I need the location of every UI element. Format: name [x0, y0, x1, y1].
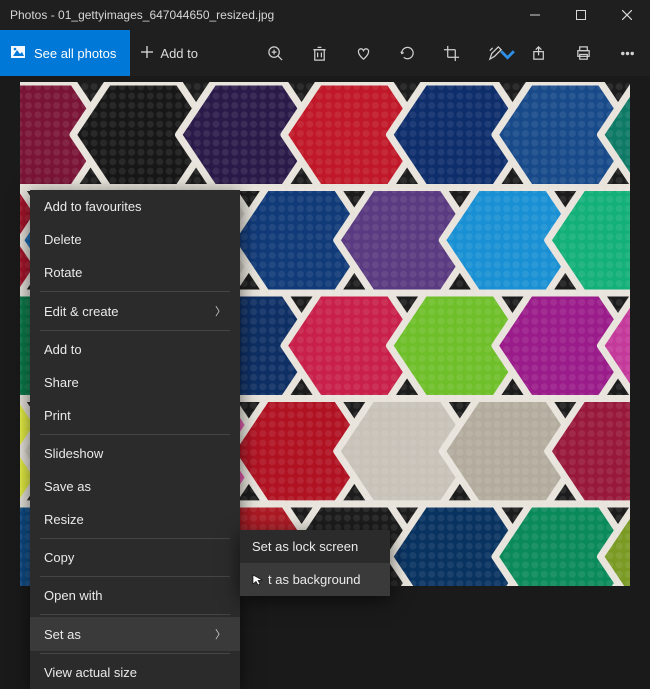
edit-draw-button[interactable] — [486, 44, 504, 62]
ctx-share[interactable]: Share — [30, 366, 240, 399]
chevron-down-icon — [499, 47, 516, 69]
rotate-button[interactable] — [398, 44, 416, 62]
zoom-button[interactable] — [266, 44, 284, 62]
ctx-copy[interactable]: Copy — [30, 541, 240, 574]
ctx-resize[interactable]: Resize — [30, 503, 240, 536]
ctx-set-as[interactable]: Set as 〉 — [30, 617, 240, 651]
file-name: 01_gettyimages_647044650_resized.jpg — [58, 8, 274, 22]
titlebar: Photos - 01_gettyimages_647044650_resize… — [0, 0, 650, 30]
ctx-delete[interactable]: Delete — [30, 223, 240, 256]
crop-button[interactable] — [442, 44, 460, 62]
submenu-set-background[interactable]: t as background — [240, 563, 390, 596]
ctx-view-actual-size[interactable]: View actual size — [30, 656, 240, 689]
maximize-button[interactable] — [558, 0, 604, 30]
favourite-button[interactable] — [354, 44, 372, 62]
submenu-set-lock-screen[interactable]: Set as lock screen — [240, 530, 390, 563]
separator — [40, 614, 230, 615]
share-button[interactable] — [530, 44, 548, 62]
delete-button[interactable] — [310, 44, 328, 62]
more-button[interactable] — [618, 44, 636, 62]
separator — [40, 538, 230, 539]
ctx-slideshow[interactable]: Slideshow — [30, 437, 240, 470]
chevron-right-icon: 〉 — [215, 303, 226, 319]
photo-icon — [10, 44, 26, 63]
window-title: Photos - 01_gettyimages_647044650_resize… — [10, 8, 512, 22]
ctx-edit-create[interactable]: Edit & create 〉 — [30, 294, 240, 328]
add-to-button[interactable]: Add to — [130, 30, 214, 76]
set-as-submenu: Set as lock screen t as background — [240, 530, 390, 596]
separator — [40, 330, 230, 331]
ctx-add-to[interactable]: Add to — [30, 333, 240, 366]
ctx-print[interactable]: Print — [30, 399, 240, 432]
ctx-save-as[interactable]: Save as — [30, 470, 240, 503]
close-button[interactable] — [604, 0, 650, 30]
toolbar: See all photos Add to — [0, 30, 650, 76]
separator — [40, 291, 230, 292]
chevron-right-icon: 〉 — [215, 626, 226, 642]
add-to-label: Add to — [160, 46, 198, 61]
tool-icons — [214, 44, 650, 62]
context-menu: Add to favourites Delete Rotate Edit & c… — [30, 190, 240, 689]
see-all-label: See all photos — [34, 46, 116, 61]
app-name: Photos — [10, 8, 47, 22]
see-all-photos-button[interactable]: See all photos — [0, 30, 130, 76]
print-button[interactable] — [574, 44, 592, 62]
plus-icon — [140, 45, 154, 62]
cursor-icon — [252, 574, 264, 586]
ctx-add-to-favourites[interactable]: Add to favourites — [30, 190, 240, 223]
separator — [40, 576, 230, 577]
separator — [40, 434, 230, 435]
separator — [40, 653, 230, 654]
minimize-button[interactable] — [512, 0, 558, 30]
ctx-open-with[interactable]: Open with — [30, 579, 240, 612]
ctx-rotate[interactable]: Rotate — [30, 256, 240, 289]
